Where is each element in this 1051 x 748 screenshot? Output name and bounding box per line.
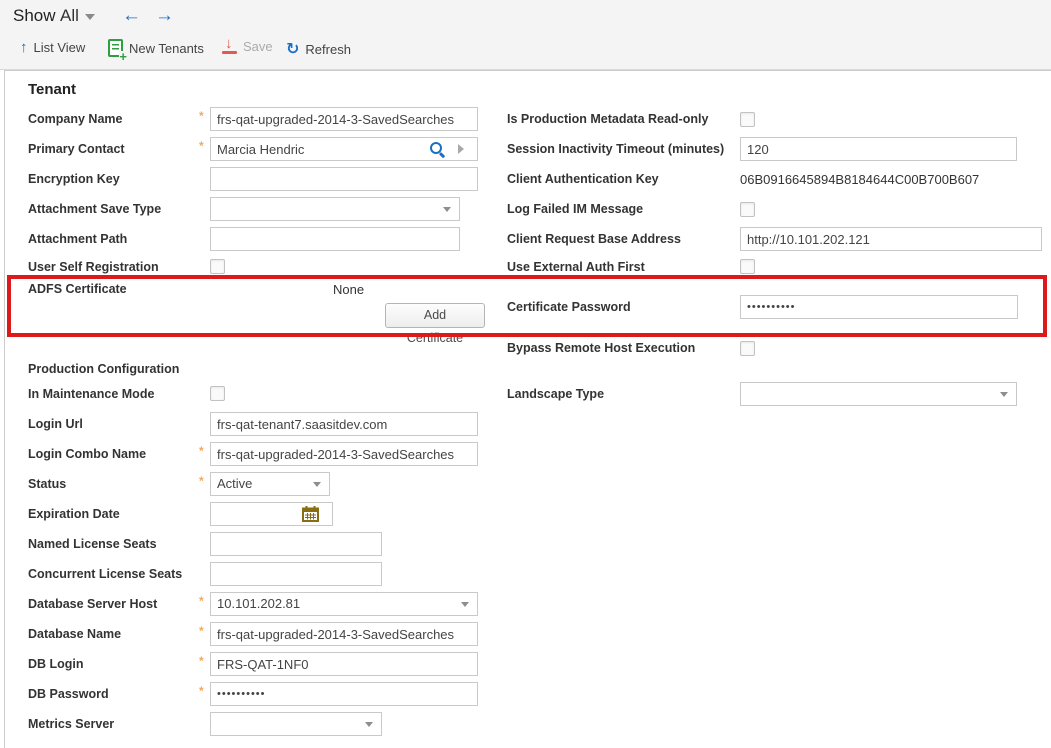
attachment-path-input[interactable] (210, 227, 460, 251)
client-authentication-key-label: Client Authentication Key (507, 172, 659, 186)
attachment-path-label: Attachment Path (28, 232, 127, 246)
status-dropdown[interactable]: Active (210, 472, 330, 496)
calendar-icon[interactable] (302, 506, 319, 522)
attachment-save-type-dropdown[interactable] (210, 197, 460, 221)
status-label: Status (28, 477, 66, 491)
use-external-auth-first-checkbox[interactable] (740, 259, 755, 274)
tenant-admin-screen: Show All ← → ↑ List View + New Tenants S… (0, 0, 1051, 748)
attachment-save-type-label: Attachment Save Type (28, 202, 161, 216)
client-authentication-key-value: 06B0916645894B8184644C00B700B607 (740, 172, 979, 187)
is-production-metadata-read-only-checkbox[interactable] (740, 112, 755, 127)
bypass-remote-host-execution-label: Bypass Remote Host Execution (507, 341, 695, 355)
encryption-key-input[interactable] (210, 167, 478, 191)
company-name-input[interactable] (210, 107, 478, 131)
chevron-down-icon (365, 722, 373, 727)
bypass-remote-host-execution-checkbox[interactable] (740, 341, 755, 356)
chevron-down-icon (443, 207, 451, 212)
db-login-input[interactable] (210, 652, 478, 676)
add-certificate-button[interactable]: Add Certificate (385, 303, 485, 328)
log-failed-im-message-checkbox[interactable] (740, 202, 755, 217)
login-combo-name-label: Login Combo Name (28, 447, 146, 461)
new-tenants-button[interactable]: + New Tenants (108, 39, 204, 57)
landscape-type-label: Landscape Type (507, 387, 604, 401)
metrics-server-label: Metrics Server (28, 717, 114, 731)
db-login-label: DB Login (28, 657, 84, 671)
list-view-label: List View (34, 40, 86, 55)
concurrent-license-seats-label: Concurrent License Seats (28, 567, 182, 581)
required-marker: * (199, 594, 207, 608)
in-maintenance-mode-checkbox[interactable] (210, 386, 225, 401)
required-marker: * (199, 474, 207, 488)
chevron-down-icon (313, 482, 321, 487)
adfs-certificate-value: None (333, 282, 364, 297)
chevron-down-icon (461, 602, 469, 607)
db-password-label: DB Password (28, 687, 109, 701)
back-arrow-icon[interactable]: ← (122, 5, 141, 27)
up-arrow-icon: ↑ (20, 39, 28, 56)
client-request-base-address-input[interactable] (740, 227, 1042, 251)
expiration-date-label: Expiration Date (28, 507, 120, 521)
certificate-password-label: Certificate Password (507, 300, 631, 314)
database-server-host-dropdown[interactable]: 10.101.202.81 (210, 592, 478, 616)
landscape-type-dropdown[interactable] (740, 382, 1017, 406)
refresh-label: Refresh (305, 42, 351, 57)
metrics-server-dropdown[interactable] (210, 712, 382, 736)
show-filter-dropdown[interactable]: All (60, 6, 95, 26)
session-inactivity-timeout-label: Session Inactivity Timeout (minutes) (507, 142, 724, 156)
toolbar: Show All ← → ↑ List View + New Tenants S… (0, 0, 1051, 70)
named-license-seats-label: Named License Seats (28, 537, 157, 551)
company-name-label: Company Name (28, 112, 122, 126)
required-marker: * (199, 139, 207, 153)
database-server-host-label: Database Server Host (28, 597, 157, 611)
required-marker: * (199, 109, 207, 123)
user-self-registration-checkbox[interactable] (210, 259, 225, 274)
client-request-base-address-label: Client Request Base Address (507, 232, 681, 246)
new-tenants-label: New Tenants (129, 41, 204, 56)
refresh-button[interactable]: ↻ Refresh (286, 39, 351, 59)
login-url-input[interactable] (210, 412, 478, 436)
session-inactivity-timeout-input[interactable] (740, 137, 1017, 161)
database-name-label: Database Name (28, 627, 121, 641)
show-filter-value: All (60, 6, 79, 25)
show-label: Show (13, 6, 56, 26)
required-marker: * (199, 624, 207, 638)
forward-arrow-icon[interactable]: → (155, 5, 174, 27)
chevron-down-icon (1000, 392, 1008, 397)
required-marker: * (199, 444, 207, 458)
database-name-input[interactable] (210, 622, 478, 646)
in-maintenance-mode-label: In Maintenance Mode (28, 387, 154, 401)
list-view-button[interactable]: ↑ List View (20, 39, 85, 56)
page-title: Tenant (28, 81, 76, 98)
login-url-label: Login Url (28, 417, 83, 431)
db-password-input[interactable] (210, 682, 478, 706)
certificate-password-input[interactable] (740, 295, 1018, 319)
encryption-key-label: Encryption Key (28, 172, 120, 186)
login-combo-name-input[interactable] (210, 442, 478, 466)
adfs-certificate-label: ADFS Certificate (28, 282, 127, 296)
new-document-icon: + (108, 39, 123, 57)
use-external-auth-first-label: Use External Auth First (507, 260, 645, 274)
production-configuration-label: Production Configuration (28, 362, 179, 376)
save-button[interactable]: Save (222, 39, 273, 54)
concurrent-license-seats-input[interactable] (210, 562, 382, 586)
search-icon[interactable] (430, 142, 445, 157)
refresh-icon: ↻ (286, 39, 299, 59)
required-marker: * (199, 654, 207, 668)
save-label: Save (243, 39, 273, 54)
named-license-seats-input[interactable] (210, 532, 382, 556)
user-self-registration-label: User Self Registration (28, 260, 159, 274)
contact-expand-arrow-icon[interactable] (458, 144, 464, 154)
is-production-metadata-read-only-label: Is Production Metadata Read-only (507, 112, 708, 126)
log-failed-im-message-label: Log Failed IM Message (507, 202, 643, 216)
save-icon (222, 39, 237, 54)
chevron-down-icon (85, 14, 95, 20)
primary-contact-label: Primary Contact (28, 142, 125, 156)
required-marker: * (199, 684, 207, 698)
